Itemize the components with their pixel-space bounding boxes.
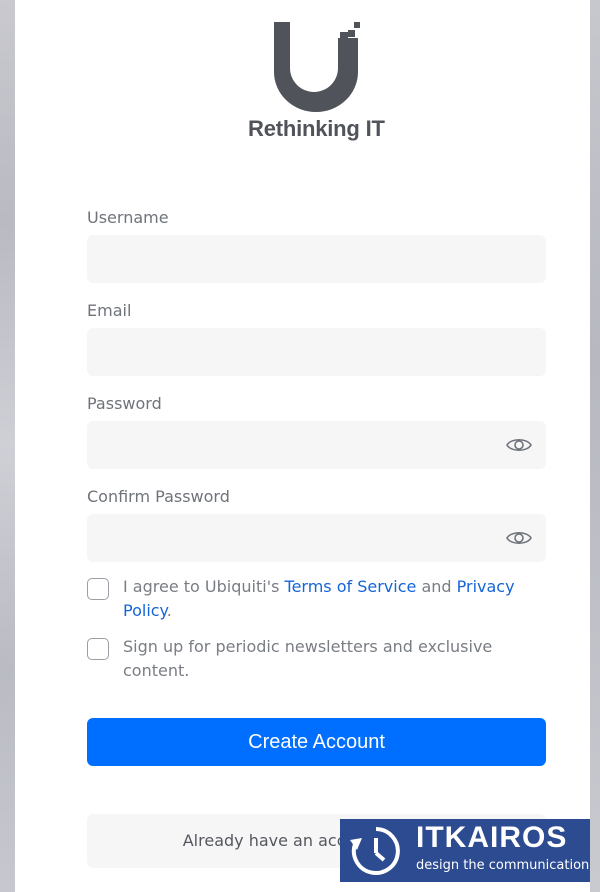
newsletter-checkbox[interactable]: [87, 638, 109, 660]
background-strip-left: [0, 0, 15, 892]
password-field[interactable]: [87, 421, 546, 469]
eye-icon[interactable]: [506, 436, 532, 454]
background-strip-right: [590, 0, 600, 892]
terms-prefix: I agree to Ubiquiti's: [123, 577, 285, 596]
confirm-password-field[interactable]: [87, 514, 546, 562]
password-label: Password: [87, 394, 162, 413]
terms-suffix: .: [166, 601, 172, 620]
terms-checkbox[interactable]: [87, 578, 109, 600]
clock-arrow-icon: [350, 827, 400, 875]
newsletter-text: Sign up for periodic newsletters and exc…: [123, 637, 493, 680]
username-label: Username: [87, 208, 169, 227]
terms-middle: and: [416, 577, 457, 596]
email-field[interactable]: [87, 328, 546, 376]
watermark-title: ITKAIROS: [416, 821, 568, 854]
watermark-subtitle: design the communication: [416, 858, 590, 873]
email-label: Email: [87, 301, 132, 320]
confirm-password-label: Confirm Password: [87, 487, 230, 506]
brand-name: Rethinking IT: [248, 116, 385, 141]
watermark-banner: ITKAIROS design the communication: [340, 819, 590, 882]
eye-icon[interactable]: [506, 529, 532, 547]
logo-u-icon: [274, 22, 360, 112]
username-field[interactable]: [87, 235, 546, 283]
terms-of-service-link[interactable]: Terms of Service: [285, 577, 417, 596]
terms-text: I agree to Ubiquiti's Terms of Service a…: [123, 575, 523, 623]
create-account-button[interactable]: Create Account: [87, 718, 546, 766]
